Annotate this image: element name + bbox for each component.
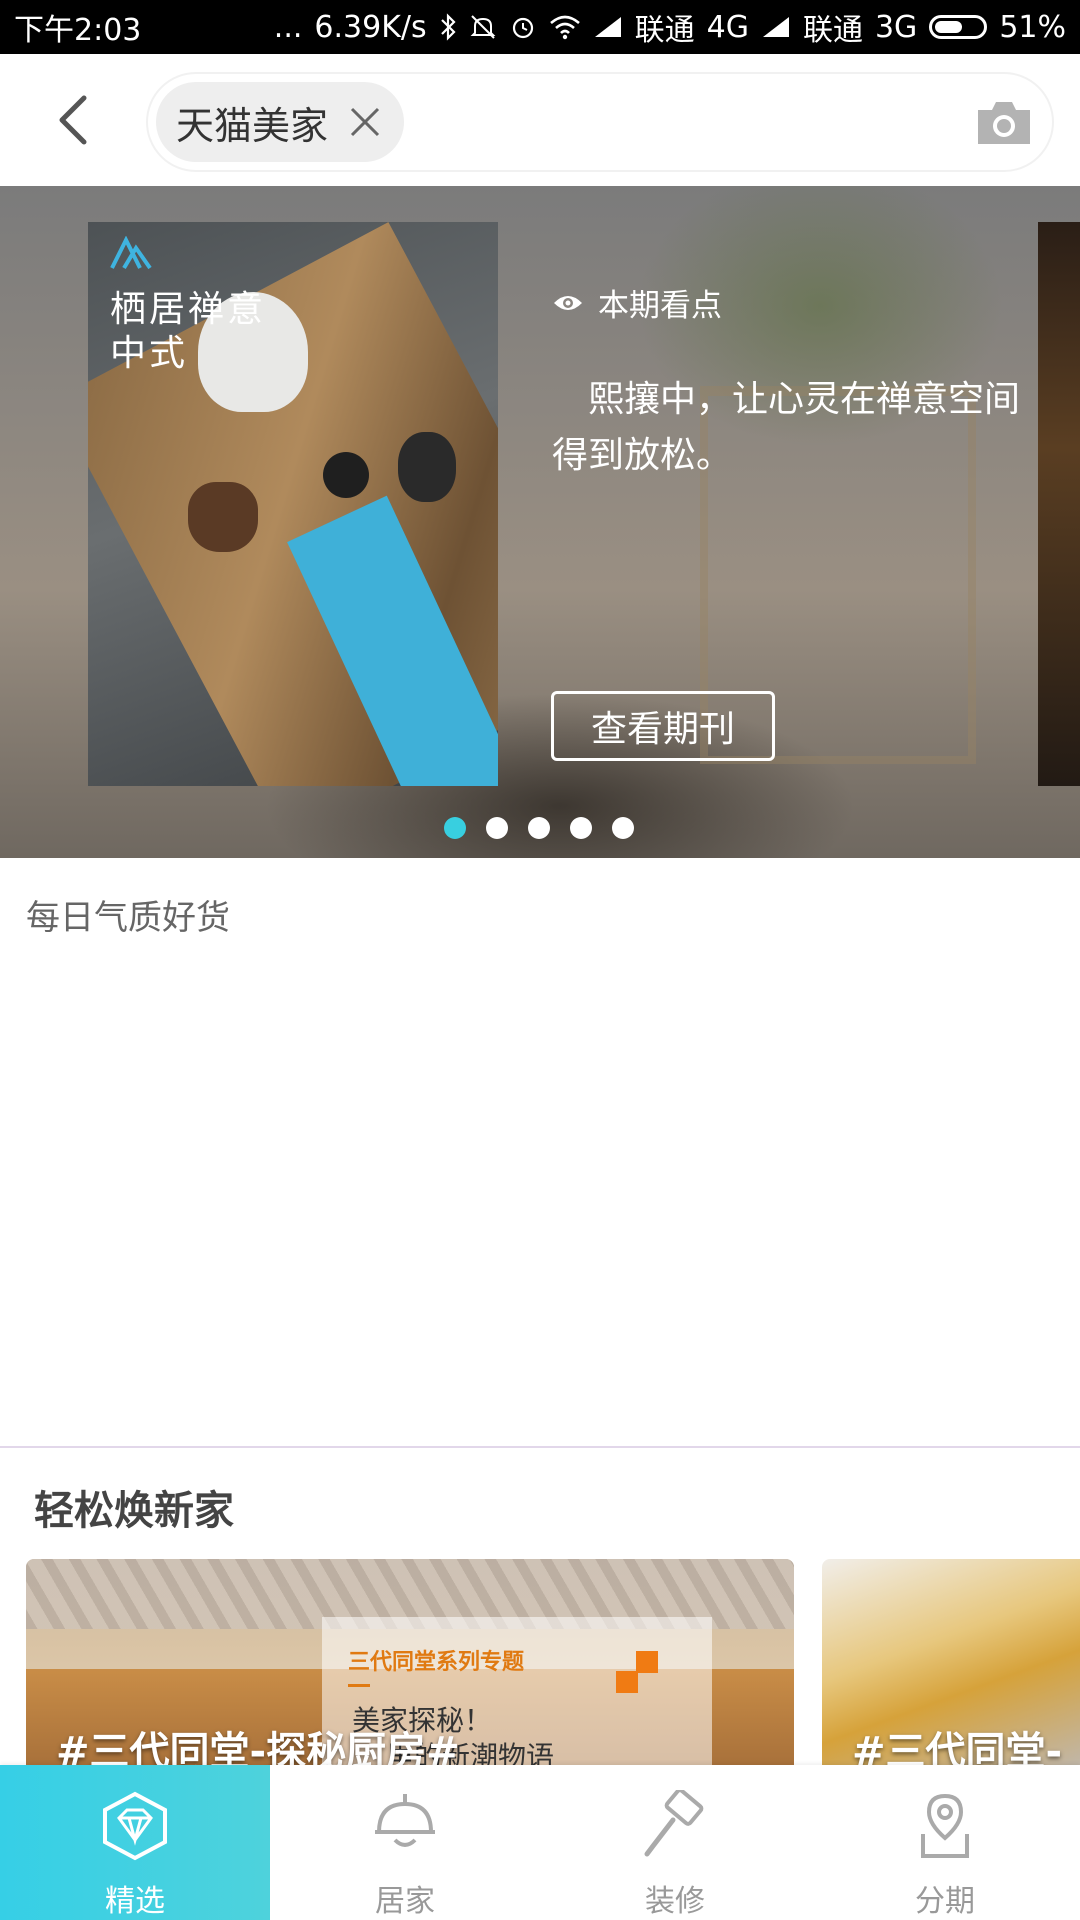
nav-featured[interactable]: 精选 [0,1765,270,1920]
card-hashtag: #三代同堂-探秘厨房# [56,1729,460,1769]
card-decor-square [636,1651,658,1673]
status-bar: 下午2:03 ... 6.39K/s 联通 4G 联通 3G 51% [0,0,1080,54]
battery-level: 51% [999,9,1066,45]
search-box[interactable]: 天猫美家 [146,72,1054,172]
magazine-banner[interactable]: 栖居禅意 中式 本期看点 熙攘中，让心灵在禅意空间得到放松。 查看期刊 [0,186,1080,858]
alarm-icon [509,13,537,41]
battery-icon [929,15,988,39]
nav-label: 分期 [915,1884,975,1919]
carrier-2: 联通 [802,13,863,48]
signal-icon-2 [761,15,791,39]
section-divider [0,1446,1080,1448]
paint-roller-icon [635,1787,715,1864]
diamond-icon [95,1787,175,1864]
nav-label: 精选 [105,1884,165,1919]
renew-section-title: 轻松焕新家 [34,1488,234,1534]
card-accent-line [348,1684,370,1687]
location-pin-icon [905,1787,985,1864]
network-type-2: 3G [874,9,918,45]
magazine-cover[interactable]: 栖居禅意 中式 [88,222,498,786]
carousel-dot[interactable] [612,817,634,839]
carousel-dot[interactable] [486,817,508,839]
carousel-dot[interactable] [444,817,466,839]
wifi-icon [549,14,581,40]
carousel-dot[interactable] [528,817,550,839]
view-issue-button[interactable]: 查看期刊 [551,691,775,761]
bottom-nav: 精选 居家 装修 分期 [0,1765,1080,1920]
close-icon[interactable] [346,103,384,141]
cover-title: 栖居禅意 中式 [110,289,267,374]
carousel-indicator [444,817,634,839]
topic-card[interactable]: #三代同堂- [822,1559,1080,1769]
card-series-label: 三代同堂系列专题 [348,1650,525,1675]
card-hashtag: #三代同堂- [852,1729,1063,1769]
status-time: 下午2:03 [14,13,142,48]
search-header: 天猫美家 [0,54,1080,186]
highlight-header: 本期看点 [552,280,722,325]
nav-label: 居家 [375,1884,435,1919]
nav-installment[interactable]: 分期 [810,1765,1080,1920]
topic-card[interactable]: 三代同堂系列专题 美家探秘！ 里的新潮物语 #三代同堂-探秘厨房# [26,1559,794,1769]
card-decor-square [616,1671,638,1693]
carrier-1: 联通 [634,13,695,48]
status-right: ... 6.39K/s 联通 4G 联通 3G 51% [274,5,1066,49]
ceiling-lamp-icon [365,1787,445,1864]
daily-section-title: 每日气质好货 [26,898,230,938]
mute-icon [469,13,497,41]
back-arrow-icon [59,95,87,145]
highlight-label: 本期看点 [598,288,722,324]
banner-description: 熙攘中，让心灵在禅意空间得到放松。 [552,379,1021,476]
nav-label: 装修 [645,1884,705,1919]
camera-icon[interactable] [974,92,1034,152]
cover-vase-image [188,482,258,552]
signal-icon-1 [593,15,623,39]
eye-icon [554,295,582,310]
cover-vase-image [398,432,456,502]
bluetooth-icon [439,13,457,41]
carousel-dot[interactable] [570,817,592,839]
cover-vase-image [323,452,369,498]
search-tag-label: 天猫美家 [176,103,329,148]
nav-home[interactable]: 居家 [270,1765,540,1920]
cover-logo-icon [110,236,154,270]
network-speed: 6.39K/s [314,9,427,45]
network-type-1: 4G [706,9,749,45]
search-tag-chip[interactable]: 天猫美家 [156,82,405,162]
back-button[interactable] [40,88,104,152]
nav-renovation[interactable]: 装修 [540,1765,810,1920]
next-magazine-cover[interactable] [1038,222,1080,786]
status-dots: ... [273,9,303,45]
